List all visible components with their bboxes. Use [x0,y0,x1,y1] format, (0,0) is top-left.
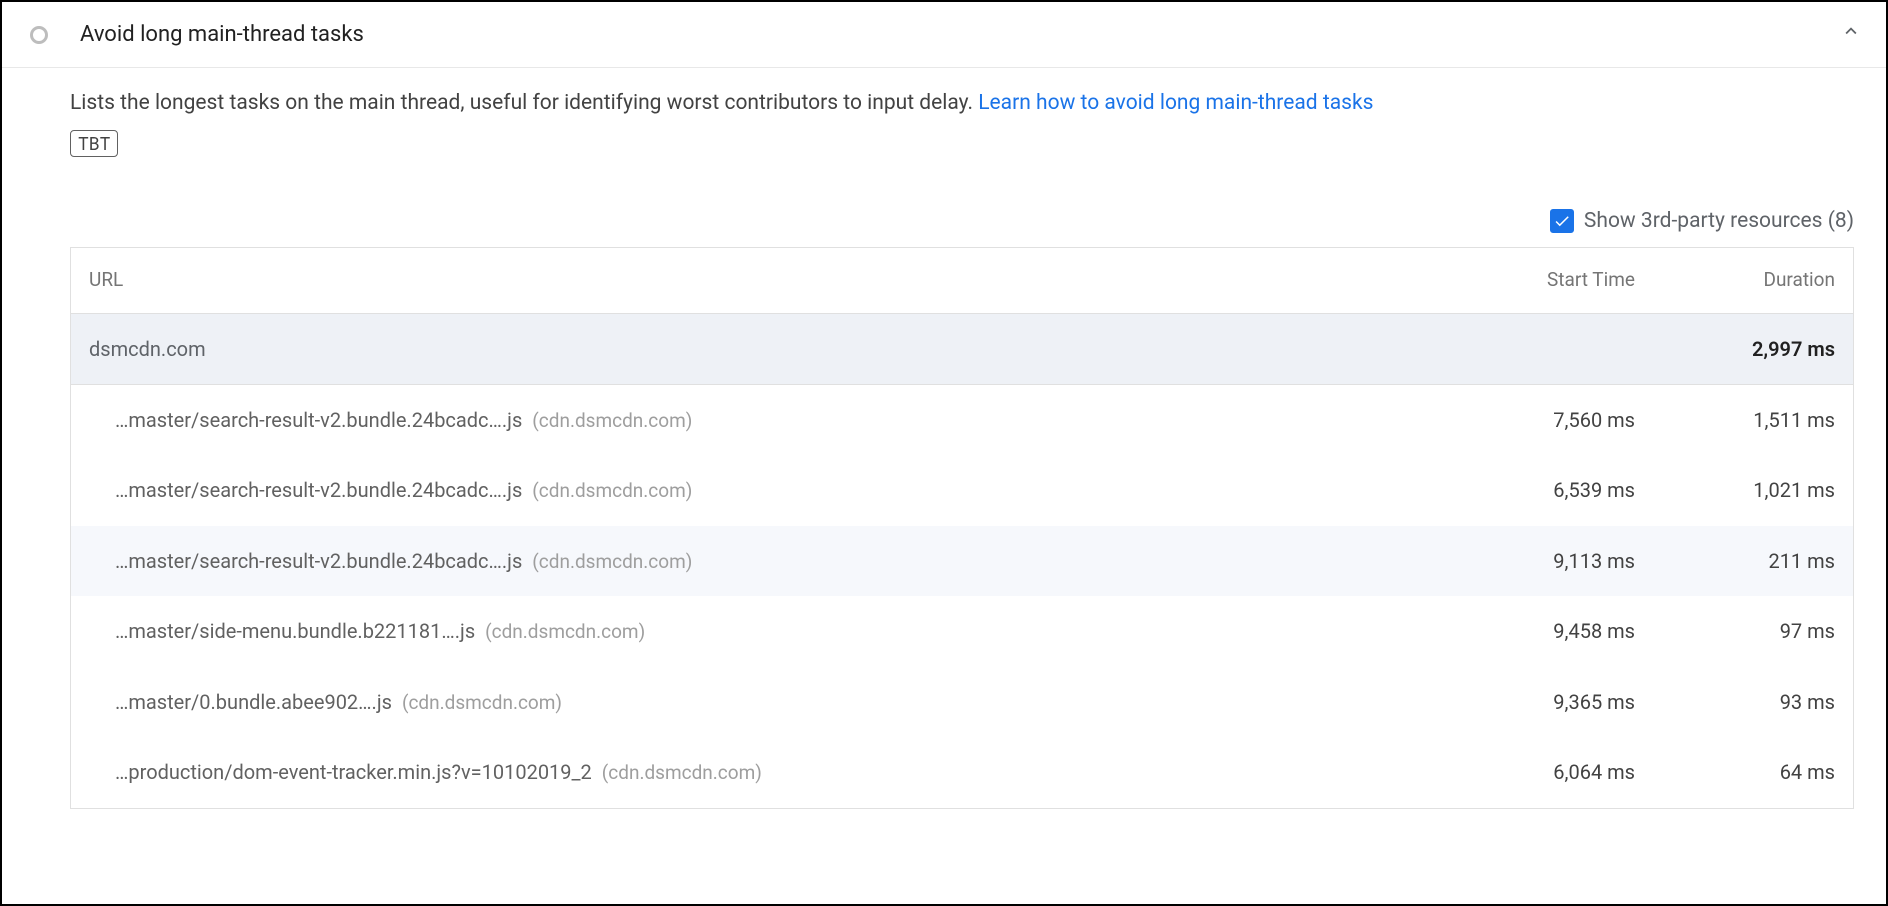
row-duration: 93 ms [1635,687,1835,717]
url-host: (cdn.dsmcdn.com) [532,550,692,573]
row-duration: 97 ms [1635,616,1835,646]
table-header-row: URL Start Time Duration [71,248,1853,314]
table-row[interactable]: …master/search-result-v2.bundle.24bcadc…… [71,526,1853,597]
audit-header[interactable]: Avoid long main-thread tasks [2,2,1886,68]
table-row[interactable]: …master/search-result-v2.bundle.24bcadc…… [71,455,1853,526]
chevron-up-icon[interactable] [1840,20,1862,50]
url-host: (cdn.dsmcdn.com) [485,620,645,643]
third-party-label: Show 3rd-party resources (8) [1584,206,1854,238]
url-path: …master/search-result-v2.bundle.24bcadc…… [115,408,522,432]
audit-title: Avoid long main-thread tasks [80,18,1840,51]
row-url: …master/side-menu.bundle.b221181….js (cdn… [115,616,1435,647]
row-start-time: 7,560 ms [1435,405,1635,435]
row-start-time: 9,365 ms [1435,687,1635,717]
audit-description: Lists the longest tasks on the main thre… [70,88,1854,120]
row-url: …master/search-result-v2.bundle.24bcadc…… [115,405,1435,436]
url-path: …production/dom-event-tracker.min.js?v=1… [115,760,592,784]
description-text: Lists the longest tasks on the main thre… [70,91,978,115]
group-label: dsmcdn.com [89,334,1435,364]
row-start-time: 6,539 ms [1435,475,1635,505]
row-start-time: 9,113 ms [1435,546,1635,576]
row-url: …master/search-result-v2.bundle.24bcadc…… [115,546,1435,577]
audit-body: Lists the longest tasks on the main thre… [2,68,1886,829]
third-party-toggle-row: Show 3rd-party resources (8) [70,206,1854,238]
url-host: (cdn.dsmcdn.com) [532,479,692,502]
table-row[interactable]: …master/side-menu.bundle.b221181….js (cdn… [71,596,1853,667]
third-party-checkbox[interactable] [1550,209,1574,233]
table-row[interactable]: …master/search-result-v2.bundle.24bcadc…… [71,385,1853,456]
table-group-row[interactable]: dsmcdn.com 2,997 ms [71,314,1853,385]
row-duration: 64 ms [1635,757,1835,787]
learn-more-link[interactable]: Learn how to avoid long main-thread task… [978,91,1373,115]
row-url: …production/dom-event-tracker.min.js?v=1… [115,757,1435,788]
table-row[interactable]: …production/dom-event-tracker.min.js?v=1… [71,737,1853,808]
url-path: …master/search-result-v2.bundle.24bcadc…… [115,549,522,573]
row-duration: 1,021 ms [1635,475,1835,505]
row-duration: 1,511 ms [1635,405,1835,435]
row-start-time: 9,458 ms [1435,616,1635,646]
status-circle-icon [30,26,48,44]
table-row[interactable]: …master/0.bundle.abee902….js (cdn.dsmcdn.… [71,667,1853,738]
row-url: …master/0.bundle.abee902….js (cdn.dsmcdn.… [115,687,1435,718]
url-host: (cdn.dsmcdn.com) [402,691,562,714]
group-duration: 2,997 ms [1635,334,1835,364]
url-path: …master/search-result-v2.bundle.24bcadc…… [115,478,522,502]
audit-panel: Avoid long main-thread tasks Lists the l… [0,0,1888,906]
url-path: …master/0.bundle.abee902….js [115,690,392,714]
metric-badge: TBT [70,130,118,157]
col-header-url: URL [89,266,1435,295]
col-header-start: Start Time [1435,266,1635,295]
tasks-table: URL Start Time Duration dsmcdn.com 2,997… [70,247,1854,809]
url-host: (cdn.dsmcdn.com) [602,761,762,784]
col-header-duration: Duration [1635,266,1835,295]
row-url: …master/search-result-v2.bundle.24bcadc…… [115,475,1435,506]
url-host: (cdn.dsmcdn.com) [532,409,692,432]
row-start-time: 6,064 ms [1435,757,1635,787]
url-path: …master/side-menu.bundle.b221181….js [115,619,475,643]
group-start [1435,334,1635,364]
row-duration: 211 ms [1635,546,1835,576]
